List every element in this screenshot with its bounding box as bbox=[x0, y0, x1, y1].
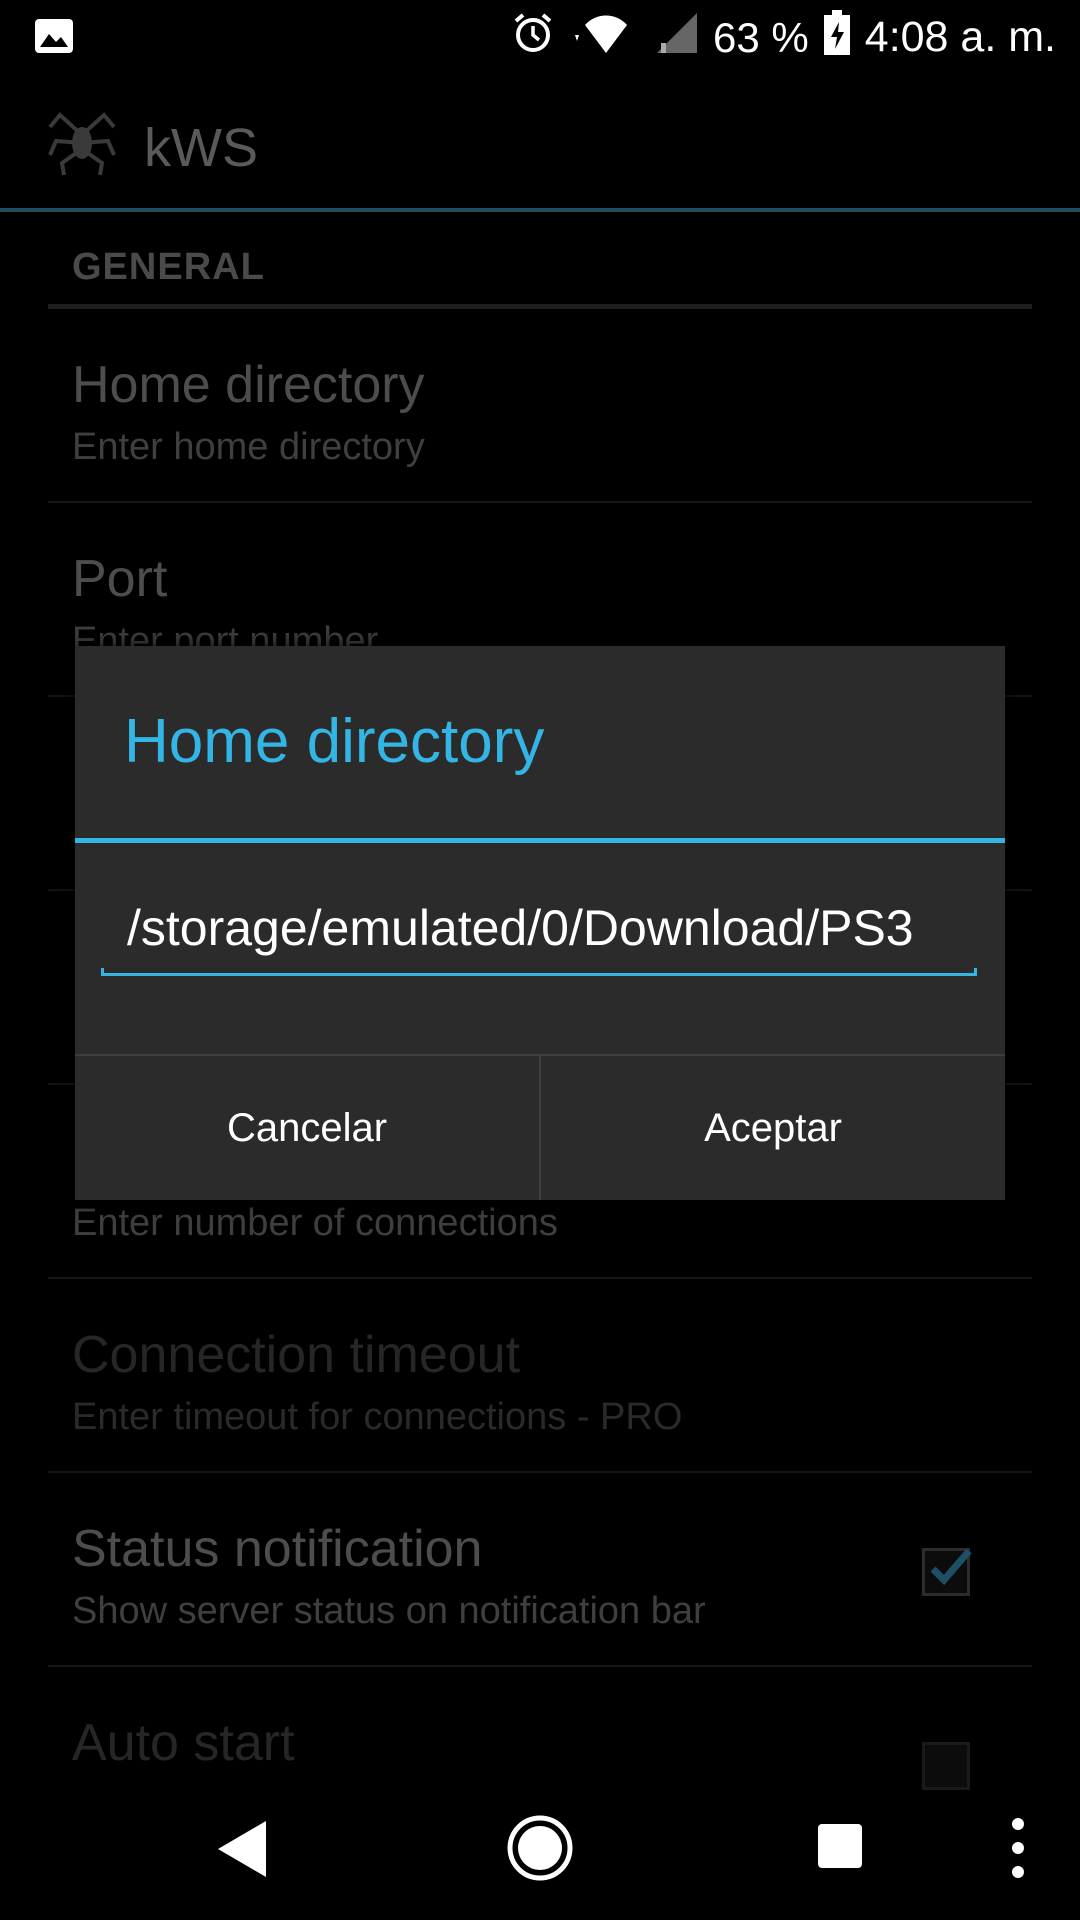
pref-connection-timeout: Connection timeout Enter timeout for con… bbox=[48, 1279, 1032, 1473]
more-icon[interactable] bbox=[1010, 1816, 1026, 1885]
action-bar: kWS bbox=[0, 75, 1080, 212]
pref-title: Status notification bbox=[72, 1520, 483, 1578]
image-icon bbox=[34, 16, 74, 61]
input-underline bbox=[101, 968, 977, 976]
dialog-button-bar: Cancelar Aceptar bbox=[75, 1054, 1005, 1200]
battery-charging-icon bbox=[823, 9, 851, 66]
pref-summary: Enter timeout for connections - PRO bbox=[72, 1396, 683, 1438]
home-directory-input[interactable]: /storage/emulated/0/Download/PS3 bbox=[101, 866, 977, 976]
clock: 4:08 a. m. bbox=[864, 13, 1056, 61]
checkmark-icon bbox=[930, 1548, 972, 1586]
pref-home-directory[interactable]: Home directory Enter home directory bbox=[48, 309, 1032, 503]
pref-title: Auto start bbox=[72, 1714, 295, 1772]
battery-percent: 63 % bbox=[713, 13, 809, 61]
spider-logo-icon bbox=[46, 105, 118, 177]
pref-title: Connection timeout bbox=[72, 1326, 521, 1384]
app-title: kWS bbox=[144, 118, 258, 178]
home-directory-dialog: Home directory /storage/emulated/0/Downl… bbox=[75, 646, 1005, 1200]
recents-icon[interactable] bbox=[818, 1824, 862, 1868]
cancel-button[interactable]: Cancelar bbox=[75, 1056, 539, 1200]
ok-button[interactable]: Aceptar bbox=[539, 1056, 1005, 1200]
pref-title: Port bbox=[72, 550, 168, 608]
status-bar: 63 % 4:08 a. m. bbox=[0, 0, 1080, 75]
auto-start-checkbox bbox=[922, 1742, 970, 1790]
dialog-title: Home directory bbox=[124, 707, 545, 776]
wifi-icon bbox=[569, 11, 641, 65]
signal-icon bbox=[655, 11, 699, 65]
home-icon[interactable] bbox=[506, 1814, 574, 1887]
pref-summary: Enter number of connections bbox=[72, 1202, 558, 1244]
alarm-icon bbox=[511, 11, 555, 65]
pref-summary: Show server status on notification bar bbox=[72, 1590, 706, 1632]
pref-title: Home directory bbox=[72, 356, 425, 414]
navigation-bar bbox=[0, 1802, 1080, 1920]
category-header: GENERAL bbox=[72, 246, 265, 288]
home-directory-input-value[interactable]: /storage/emulated/0/Download/PS3 bbox=[127, 896, 947, 960]
pref-summary: Enter home directory bbox=[72, 426, 425, 468]
pref-status-notification[interactable]: Status notification Show server status o… bbox=[48, 1473, 1032, 1667]
back-icon[interactable] bbox=[216, 1819, 268, 1884]
pref-auto-start: Auto start bbox=[48, 1667, 1032, 1802]
dialog-title-divider bbox=[75, 838, 1005, 843]
status-notification-checkbox[interactable] bbox=[922, 1548, 972, 1596]
